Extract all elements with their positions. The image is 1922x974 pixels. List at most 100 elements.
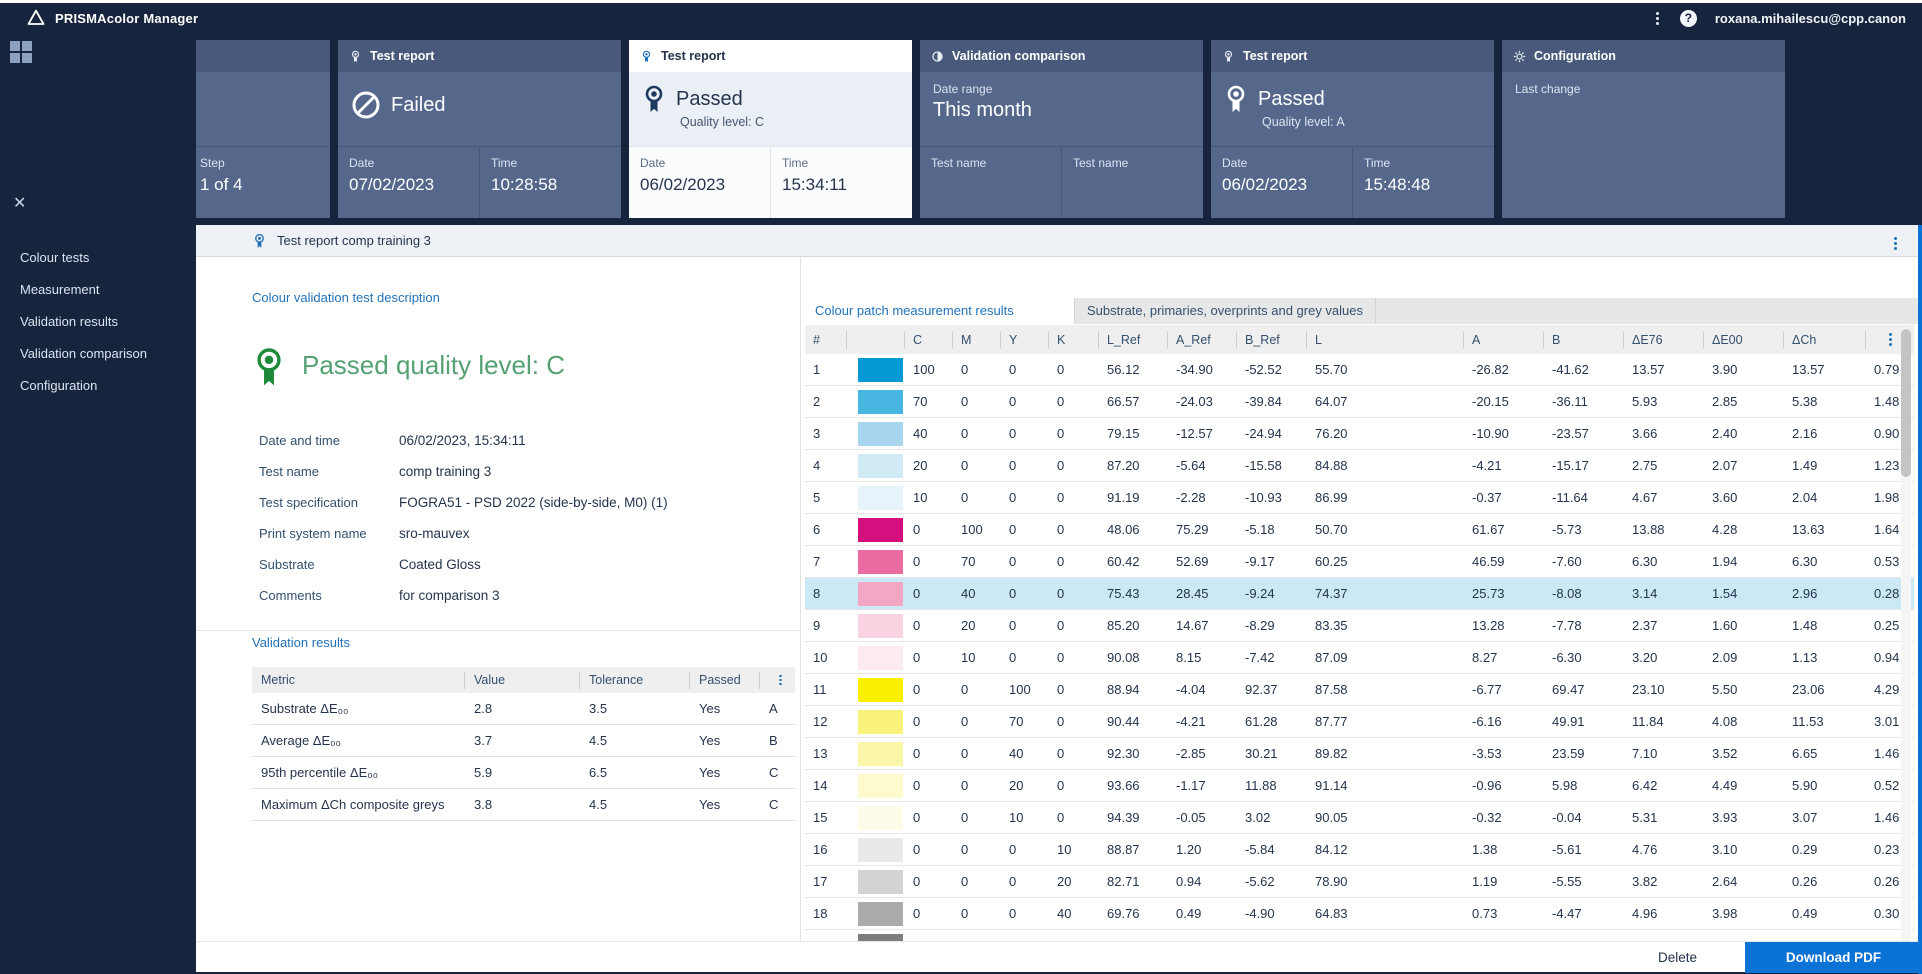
column-b[interactable]: B (1544, 331, 1624, 349)
validation-row[interactable]: Substrate ΔE₀₀ 2.8 3.5 Yes A (252, 693, 795, 725)
topbar-menu-icon[interactable] (1653, 9, 1662, 28)
value-de00: 1.94 (1704, 546, 1784, 577)
column-number[interactable]: # (805, 331, 847, 349)
tab-substrate-primaries[interactable]: Substrate, primaries, overprints and gre… (1075, 298, 1376, 324)
vertical-scrollbar-thumb[interactable] (1901, 329, 1911, 477)
measurement-row[interactable]: 12 0 0 70 0 90.44 -4.21 61.28 87.77 -6.1… (805, 706, 1914, 738)
row-number: 6 (805, 514, 847, 545)
prisma-logo-icon (26, 8, 46, 28)
measurement-row[interactable]: 7 0 70 0 0 60.42 52.69 -9.17 60.25 46.59… (805, 546, 1914, 578)
help-icon[interactable]: ? (1680, 10, 1697, 27)
value-b: 69.47 (1544, 674, 1624, 705)
value-l: 84.12 (1307, 834, 1464, 865)
body-label: Last change (1515, 82, 1772, 96)
column-y[interactable]: Y (1001, 331, 1049, 349)
footer-label: Date (1222, 156, 1341, 170)
column-c[interactable]: C (905, 331, 953, 349)
value-de76: 6.30 (1624, 546, 1704, 577)
column-de00[interactable]: ΔE00 (1704, 331, 1784, 349)
card-test-report-selected[interactable]: Test report Passed Quality level: C Date… (629, 40, 912, 218)
column-swatch[interactable] (847, 331, 905, 349)
column-a-ref[interactable]: A_Ref (1168, 331, 1237, 349)
measurement-row[interactable]: 5 10 0 0 0 91.19 -2.28 -10.93 86.99 -0.3… (805, 482, 1914, 514)
sidebar-item[interactable]: Colour tests (0, 242, 196, 274)
measurement-row[interactable]: 10 0 10 0 0 90.08 8.15 -7.42 87.09 8.27 … (805, 642, 1914, 674)
column-de76[interactable]: ΔE76 (1624, 331, 1704, 349)
value-a: 1.38 (1464, 834, 1544, 865)
validation-row[interactable]: 95th percentile ΔE₀₀ 5.9 6.5 Yes C (252, 757, 795, 789)
sidebar-item[interactable]: Validation comparison (0, 338, 196, 370)
card-validation-comparison[interactable]: Validation comparison Date range This mo… (920, 40, 1203, 218)
measurement-row[interactable]: 11 0 0 100 0 88.94 -4.04 92.37 87.58 -6.… (805, 674, 1914, 706)
measurement-row[interactable]: 6 0 100 0 0 48.06 75.29 -5.18 50.70 61.6… (805, 514, 1914, 546)
measurement-table-menu-icon[interactable] (1886, 331, 1895, 349)
value-dch: 13.63 (1784, 514, 1866, 545)
value-y: 70 (1001, 706, 1049, 737)
column-tolerance[interactable]: Tolerance (580, 672, 690, 689)
measurement-row[interactable]: 15 0 0 10 0 94.39 -0.05 3.02 90.05 -0.32… (805, 802, 1914, 834)
detail-row: Date and time 06/02/2023, 15:34:11 (259, 425, 668, 456)
measurement-row[interactable]: 2 70 0 0 0 66.57 -24.03 -39.84 64.07 -20… (805, 386, 1914, 418)
vertical-scrollbar[interactable] (1901, 327, 1911, 961)
validation-row[interactable]: Maximum ΔCh composite greys 3.8 4.5 Yes … (252, 789, 795, 821)
column-a[interactable]: A (1464, 331, 1544, 349)
value-b-ref: 30.21 (1237, 738, 1307, 769)
validation-table-menu-icon[interactable] (770, 672, 785, 689)
close-icon[interactable]: ✕ (13, 193, 26, 213)
section-title-validation-results: Validation results (252, 635, 350, 650)
download-pdf-button[interactable]: Download PDF (1745, 942, 1922, 973)
value-l: 60.25 (1307, 546, 1464, 577)
measurement-row[interactable]: 9 0 20 0 0 85.20 14.67 -8.29 83.35 13.28… (805, 610, 1914, 642)
sidebar-item[interactable]: Configuration (0, 370, 196, 402)
sidebar-item[interactable]: Measurement (0, 274, 196, 306)
column-value[interactable]: Value (465, 672, 580, 689)
measurement-row[interactable]: 1 100 0 0 0 56.12 -34.90 -52.52 55.70 -2… (805, 354, 1914, 386)
card-test-report-failed[interactable]: Test report Failed Date 07/02/2023 Time … (338, 40, 621, 218)
measurement-row[interactable]: 18 0 0 0 40 69.76 0.49 -4.90 64.83 0.73 … (805, 898, 1914, 930)
value-dch: 5.90 (1784, 770, 1866, 801)
card-body: Passed Quality level: C (629, 72, 912, 146)
value-de76: 2.75 (1624, 450, 1704, 481)
value-l-ref: 87.20 (1099, 450, 1168, 481)
measurement-row[interactable]: 4 20 0 0 0 87.20 -5.64 -15.58 84.88 -4.2… (805, 450, 1914, 482)
value-y: 20 (1001, 770, 1049, 801)
column-k[interactable]: K (1049, 331, 1099, 349)
sidebar-item[interactable]: Validation results (0, 306, 196, 338)
dashboard-grid-icon[interactable] (10, 41, 32, 63)
column-b-ref[interactable]: B_Ref (1237, 331, 1307, 349)
column-l[interactable]: L (1307, 331, 1464, 349)
value-de00: 3.10 (1704, 834, 1784, 865)
time-value: 15:48:48 (1364, 175, 1483, 195)
measurement-row[interactable]: 13 0 0 40 0 92.30 -2.85 30.21 89.82 -3.5… (805, 738, 1914, 770)
value-b-ref: -15.58 (1237, 450, 1307, 481)
validation-table-header: Metric Value Tolerance Passed (252, 667, 795, 693)
value-a: 61.67 (1464, 514, 1544, 545)
delete-button[interactable]: Delete (1658, 950, 1697, 965)
column-passed[interactable]: Passed (690, 672, 760, 689)
value-de00: 3.90 (1704, 354, 1784, 385)
metric-tolerance: 6.5 (580, 757, 690, 788)
section-divider (196, 630, 800, 631)
column-dch[interactable]: ΔCh (1784, 331, 1866, 349)
body-label: Date range (933, 82, 1190, 96)
colour-swatch (858, 838, 903, 862)
measurement-row[interactable]: 3 40 0 0 0 79.15 -12.57 -24.94 76.20 -10… (805, 418, 1914, 450)
card-test-report-passed-a[interactable]: Test report Passed Quality level: A Date… (1211, 40, 1494, 218)
column-metric[interactable]: Metric (252, 672, 465, 689)
colour-swatch (858, 358, 903, 382)
column-m[interactable]: M (953, 331, 1001, 349)
tab-colour-patch-results[interactable]: Colour patch measurement results (805, 298, 1075, 324)
measurement-row[interactable]: 17 0 0 0 20 82.71 0.94 -5.62 78.90 1.19 … (805, 866, 1914, 898)
measurement-row[interactable]: 14 0 0 20 0 93.66 -1.17 11.88 91.14 -0.9… (805, 770, 1914, 802)
report-menu-icon[interactable] (1891, 234, 1900, 253)
value-m: 0 (953, 706, 1001, 737)
detail-label: Date and time (259, 433, 399, 448)
card-configuration[interactable]: Configuration Last change (1502, 40, 1785, 218)
measurement-row[interactable]: 16 0 0 0 10 88.87 1.20 -5.84 84.12 1.38 … (805, 834, 1914, 866)
validation-row[interactable]: Average ΔE₀₀ 3.7 4.5 Yes B (252, 725, 795, 757)
column-l-ref[interactable]: L_Ref (1099, 331, 1168, 349)
metric-value: 3.8 (465, 789, 580, 820)
value-y: 0 (1001, 610, 1049, 641)
user-email[interactable]: roxana.mihailescu@cpp.canon (1715, 11, 1906, 26)
measurement-row[interactable]: 8 0 40 0 0 75.43 28.45 -9.24 74.37 25.73… (805, 578, 1914, 610)
